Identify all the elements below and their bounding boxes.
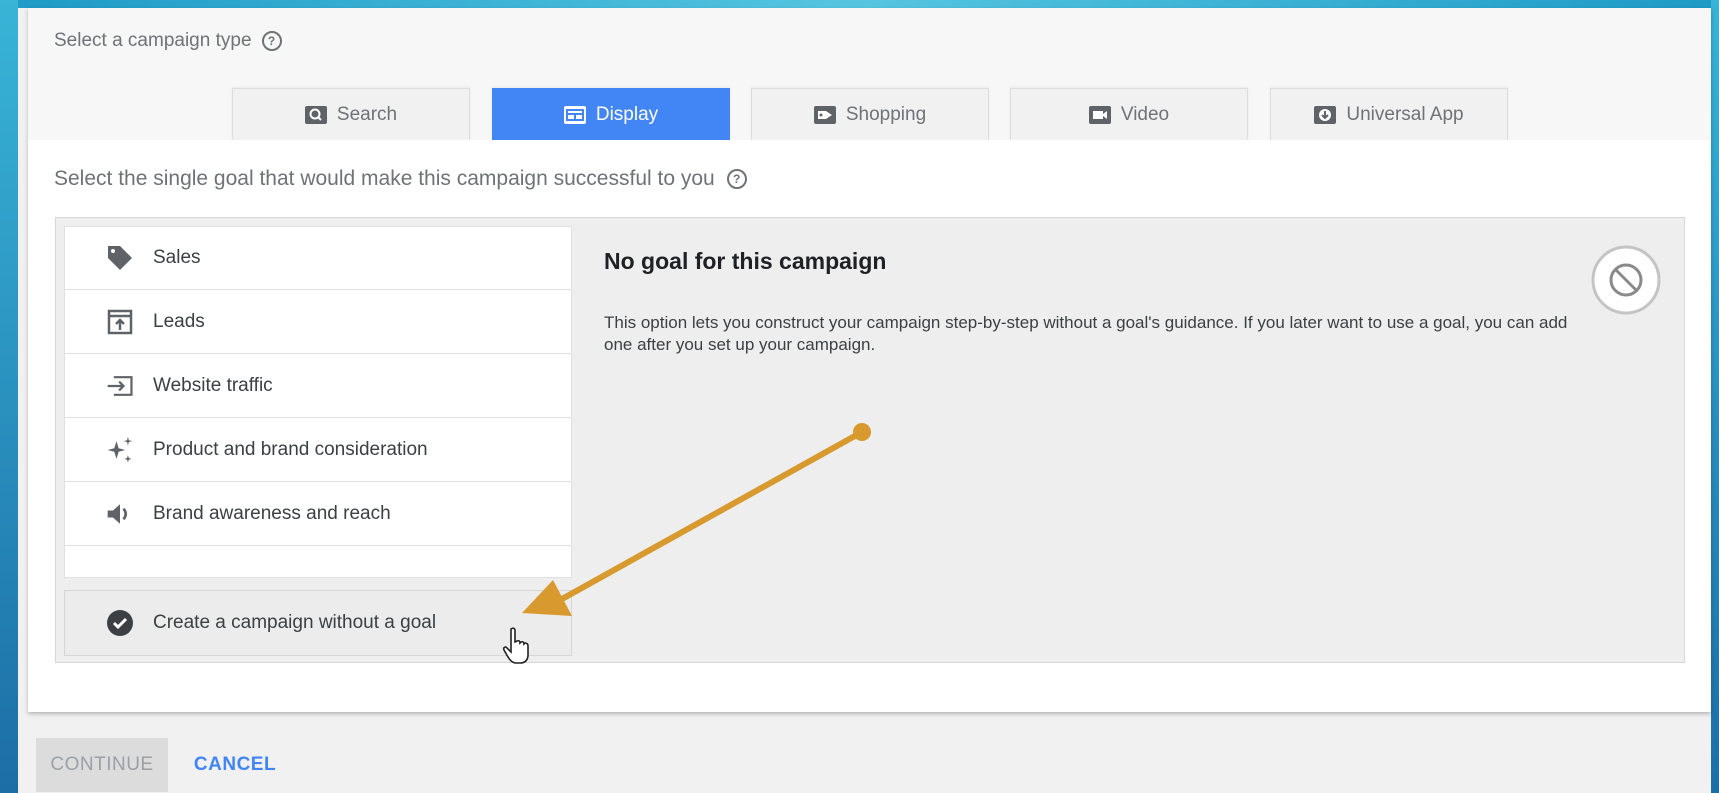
upload-box-icon: [105, 307, 135, 337]
goal-list-spacer: [64, 546, 572, 578]
block-icon: [1590, 244, 1662, 316]
goal-detail-title: No goal for this campaign: [604, 248, 887, 274]
frame-top-border: [0, 0, 1719, 8]
tab-search[interactable]: Search: [232, 88, 470, 140]
no-goal-option-label: Create a campaign without a goal: [153, 612, 437, 633]
help-circle-icon[interactable]: ?: [726, 169, 747, 189]
download-icon: [1314, 105, 1337, 124]
goal-item-label: Sales: [153, 247, 201, 268]
goal-item-brand-awareness[interactable]: Brand awareness and reach: [64, 482, 572, 546]
frame-left-border: [0, 0, 18, 793]
hand-cursor-icon: [502, 627, 529, 664]
goal-list: Sales Leads Website traffic Product and …: [64, 226, 572, 578]
tab-shopping[interactable]: Shopping: [751, 88, 989, 140]
goal-item-website-traffic[interactable]: Website traffic: [64, 354, 572, 418]
tab-display[interactable]: Display: [492, 88, 730, 140]
goal-header: Select the single goal that would make t…: [54, 167, 747, 191]
help-circle-icon[interactable]: ?: [261, 31, 282, 51]
goal-item-label: Leads: [153, 310, 205, 332]
speaker-icon: [105, 499, 135, 529]
check-circle-icon: [105, 608, 135, 638]
search-icon: [304, 105, 327, 124]
goal-item-sales[interactable]: Sales: [64, 226, 572, 290]
tab-search-label: Search: [336, 103, 398, 125]
goal-item-label: Product and brand consideration: [153, 438, 428, 460]
video-icon: [1088, 105, 1111, 124]
tag-icon: [105, 243, 135, 273]
goal-header-title: Select the single goal that would make t…: [54, 167, 715, 190]
campaign-type-title: Select a campaign type: [54, 30, 252, 51]
tag-icon: [813, 105, 836, 124]
tab-universal-app-label: Universal App: [1346, 103, 1464, 125]
tab-display-label: Display: [595, 103, 659, 125]
goal-item-label: Website traffic: [153, 374, 273, 396]
cancel-button[interactable]: CANCEL: [180, 738, 290, 792]
display-icon: [563, 105, 586, 124]
goal-item-leads[interactable]: Leads: [64, 290, 572, 354]
goal-item-label: Brand awareness and reach: [153, 502, 391, 524]
goal-detail-description: This option lets you construct your camp…: [604, 313, 1568, 354]
tab-universal-app[interactable]: Universal App: [1270, 88, 1508, 140]
tab-shopping-label: Shopping: [845, 103, 927, 125]
no-goal-option[interactable]: Create a campaign without a goal: [64, 590, 572, 656]
campaign-type-header: Select a campaign type ?: [54, 30, 282, 52]
frame-right-border: [1711, 0, 1719, 793]
enter-arrow-icon: [105, 371, 135, 401]
continue-button[interactable]: CONTINUE: [36, 738, 168, 792]
tab-video-label: Video: [1120, 103, 1170, 125]
goal-item-product-brand-consideration[interactable]: Product and brand consideration: [64, 418, 572, 482]
tab-video[interactable]: Video: [1010, 88, 1248, 140]
sparkle-icon: [105, 435, 135, 465]
